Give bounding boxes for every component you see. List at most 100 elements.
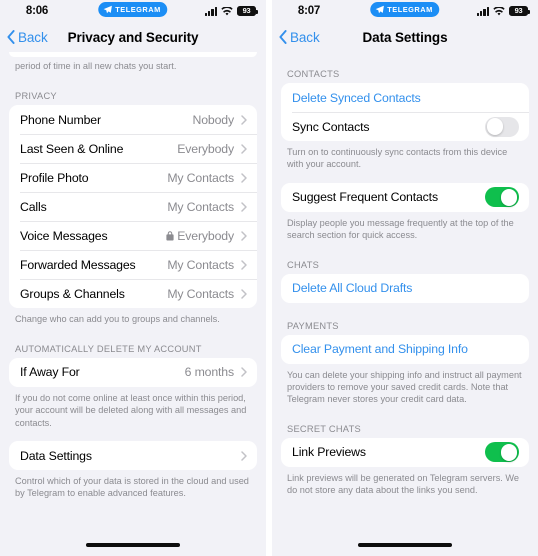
row-label: Link Previews: [292, 445, 366, 460]
telegram-badge-label: TELEGRAM: [387, 5, 433, 14]
row-label: Clear Payment and Shipping Info: [292, 342, 468, 357]
section-header-payments: PAYMENTS: [287, 320, 339, 331]
row-label: Suggest Frequent Contacts: [292, 190, 438, 205]
footer-note-privacy: Change who can add you to groups and cha…: [15, 314, 220, 325]
row-value-wrap: Everybody: [166, 229, 234, 243]
nav-bar-right: Back Data Settings: [272, 22, 538, 52]
row-if-away-for[interactable]: If Away For 6 months: [9, 358, 257, 387]
cellular-signal-icon: [204, 6, 217, 16]
section-header-chats: CHATS: [287, 259, 320, 270]
footer-note-auto-delete: If you do not come online at least once …: [15, 392, 247, 428]
secret-chats-card: Link Previews: [281, 437, 529, 467]
battery-level: 93: [514, 6, 523, 16]
chevron-left-icon: [279, 30, 287, 44]
chats-card: Delete All Cloud Drafts: [281, 273, 529, 303]
toggle-knob: [486, 118, 504, 135]
row-profile-photo[interactable]: Profile Photo My Contacts: [9, 163, 257, 192]
row-value: My Contacts: [167, 286, 234, 301]
cellular-signal-icon: [476, 6, 489, 16]
suggest-frequent-contacts-card: Suggest Frequent Contacts: [281, 182, 529, 212]
back-label: Back: [290, 29, 320, 45]
telegram-recording-badge[interactable]: TELEGRAM: [370, 2, 440, 17]
payments-card: Clear Payment and Shipping Info: [281, 334, 529, 364]
row-label: Sync Contacts: [292, 119, 370, 134]
row-label: Delete Synced Contacts: [292, 90, 421, 105]
settings-scroll-right[interactable]: CONTACTS Delete Synced Contacts Sync Con…: [272, 52, 538, 534]
row-label: Profile Photo: [20, 170, 89, 185]
battery-icon: 93: [237, 5, 258, 17]
toggle-knob: [500, 188, 518, 206]
row-clear-payment-and-shipping-info[interactable]: Clear Payment and Shipping Info: [281, 335, 529, 364]
status-time: 8:07: [297, 5, 321, 17]
back-button[interactable]: Back: [0, 30, 48, 45]
clipped-footer-note: period of time in all new chats you star…: [15, 61, 177, 71]
row-value: Everybody: [177, 141, 234, 156]
row-voice-messages[interactable]: Voice Messages Everybody: [9, 221, 257, 250]
toggle-knob: [500, 443, 518, 461]
telegram-recording-badge[interactable]: TELEGRAM: [98, 2, 168, 17]
status-indicators-left: 93: [204, 0, 258, 22]
row-value: My Contacts: [167, 199, 234, 214]
chevron-right-icon: [241, 289, 247, 299]
battery-icon: 93: [509, 5, 530, 17]
link-previews-toggle[interactable]: [485, 442, 519, 463]
row-link-previews[interactable]: Link Previews: [281, 438, 529, 467]
row-label: If Away For: [20, 365, 80, 380]
footer-note-secret-chats: Link previews will be generated on Teleg…: [287, 472, 520, 496]
chevron-right-icon: [241, 202, 247, 212]
suggest-frequent-contacts-toggle[interactable]: [485, 187, 519, 208]
row-data-settings[interactable]: Data Settings: [9, 441, 257, 470]
chevron-right-icon: [241, 367, 247, 378]
row-label: Voice Messages: [20, 228, 108, 243]
chevron-right-icon: [241, 450, 247, 461]
contacts-card: Delete Synced Contacts Sync Contacts: [281, 83, 529, 141]
lock-icon: [166, 230, 174, 241]
back-button[interactable]: Back: [272, 30, 320, 45]
row-label: Groups & Channels: [20, 286, 125, 301]
row-value: My Contacts: [167, 257, 234, 272]
row-last-seen-and-online[interactable]: Last Seen & Online Everybody: [9, 134, 257, 163]
chevron-left-icon: [7, 30, 15, 44]
home-bar[interactable]: [358, 543, 452, 547]
status-bar-right: 8:07 TELEGRAM 93: [272, 0, 538, 22]
chevron-right-icon: [241, 173, 247, 183]
row-value: Nobody: [192, 112, 235, 127]
chevron-right-icon: [241, 144, 247, 154]
home-bar[interactable]: [86, 543, 180, 547]
row-delete-synced-contacts[interactable]: Delete Synced Contacts: [281, 83, 529, 112]
row-label: Last Seen & Online: [20, 141, 124, 156]
row-phone-number[interactable]: Phone Number Nobody: [9, 105, 257, 134]
row-label: Calls: [20, 199, 47, 214]
section-header-privacy: PRIVACY: [15, 91, 57, 102]
nav-bar-left: Back Privacy and Security: [0, 22, 266, 52]
row-groups-and-channels[interactable]: Groups & Channels My Contacts: [9, 279, 257, 308]
chevron-right-icon: [241, 231, 247, 241]
paper-plane-icon: [375, 5, 384, 14]
status-indicators-right: 93: [476, 0, 530, 22]
footer-note-data-settings: Control which of your data is stored in …: [15, 476, 249, 499]
phone-right-data-settings: 8:07 TELEGRAM 93 Back Data Settings CONT…: [272, 0, 538, 556]
row-suggest-frequent-contacts[interactable]: Suggest Frequent Contacts: [281, 183, 529, 212]
data-settings-card: Data Settings: [9, 441, 257, 471]
sync-contacts-toggle[interactable]: [485, 116, 519, 137]
row-value: 6 months: [184, 365, 235, 380]
section-header-auto-delete: AUTOMATICALLY DELETE MY ACCOUNT: [15, 343, 202, 354]
row-sync-contacts[interactable]: Sync Contacts: [281, 112, 529, 141]
chevron-right-icon: [241, 115, 247, 125]
row-value: My Contacts: [167, 170, 234, 185]
auto-delete-card: If Away For 6 months: [9, 357, 257, 387]
section-header-contacts: CONTACTS: [287, 69, 340, 79]
section-header-secret-chats: SECRET CHATS: [287, 423, 361, 434]
row-value: Everybody: [177, 228, 234, 243]
settings-scroll-left[interactable]: period of time in all new chats you star…: [0, 52, 266, 534]
row-calls[interactable]: Calls My Contacts: [9, 192, 257, 221]
row-forwarded-messages[interactable]: Forwarded Messages My Contacts: [9, 250, 257, 279]
home-indicator-right: [272, 534, 538, 556]
dual-screenshot-stage: 8:06 TELEGRAM 93 Back Privacy and Securi…: [0, 0, 538, 556]
wifi-icon: [493, 6, 505, 15]
row-label: Forwarded Messages: [20, 257, 136, 272]
row-label: Data Settings: [20, 448, 92, 463]
row-delete-all-cloud-drafts[interactable]: Delete All Cloud Drafts: [281, 274, 529, 303]
